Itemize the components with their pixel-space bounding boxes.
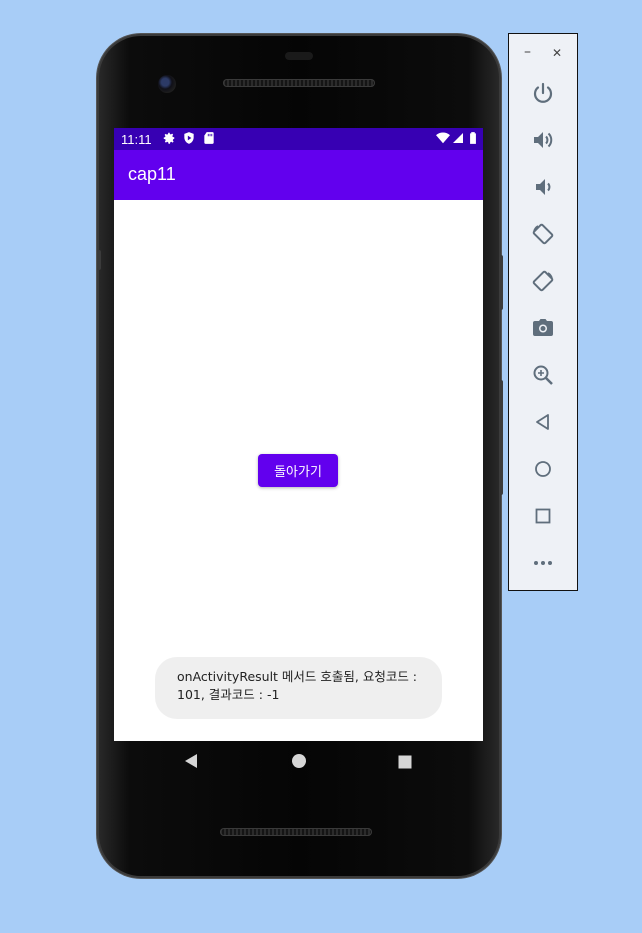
rotate-right-icon[interactable] [530, 268, 556, 294]
home-circle-icon[interactable] [291, 753, 307, 773]
overview-icon[interactable] [530, 503, 556, 529]
nav-bar [114, 741, 483, 785]
back-triangle-icon[interactable] [184, 753, 198, 773]
back-icon[interactable] [530, 409, 556, 435]
signal-icon [452, 131, 464, 148]
more-icon[interactable] [530, 550, 556, 576]
toast-message: onActivityResult 메서드 호출됨, 요청코드 : 101, 결과… [155, 657, 442, 719]
phone-screen: 11:11 cap11 돌아가기 onActivityResult 메서드 호출… [114, 128, 483, 741]
status-time: 11:11 [121, 132, 152, 147]
front-camera [158, 75, 176, 93]
home-icon[interactable] [530, 456, 556, 482]
close-button[interactable]: ✕ [552, 46, 562, 60]
volume-side-button [499, 380, 503, 495]
sd-card-icon [203, 131, 215, 148]
top-sensor [285, 52, 313, 60]
volume-down-icon[interactable] [530, 174, 556, 200]
volume-up-icon[interactable] [530, 127, 556, 153]
battery-icon [469, 131, 477, 148]
wifi-icon [436, 131, 450, 148]
rotate-left-icon[interactable] [530, 221, 556, 247]
bottom-speaker [220, 828, 372, 836]
status-bar: 11:11 [114, 128, 483, 150]
camera-icon[interactable] [530, 315, 556, 341]
power-icon[interactable] [530, 80, 556, 106]
settings-gear-icon [162, 131, 176, 148]
top-speaker [223, 79, 375, 87]
zoom-icon[interactable] [530, 362, 556, 388]
shield-play-icon [182, 131, 196, 148]
app-bar: cap11 [114, 150, 483, 200]
emulator-toolbar: – ✕ [508, 33, 578, 591]
minimize-button[interactable]: – [524, 44, 531, 60]
go-back-button[interactable]: 돌아가기 [258, 454, 338, 487]
left-side-button [97, 250, 101, 270]
recents-square-icon[interactable] [398, 754, 412, 773]
app-title: cap11 [128, 164, 176, 184]
power-side-button [499, 255, 503, 310]
